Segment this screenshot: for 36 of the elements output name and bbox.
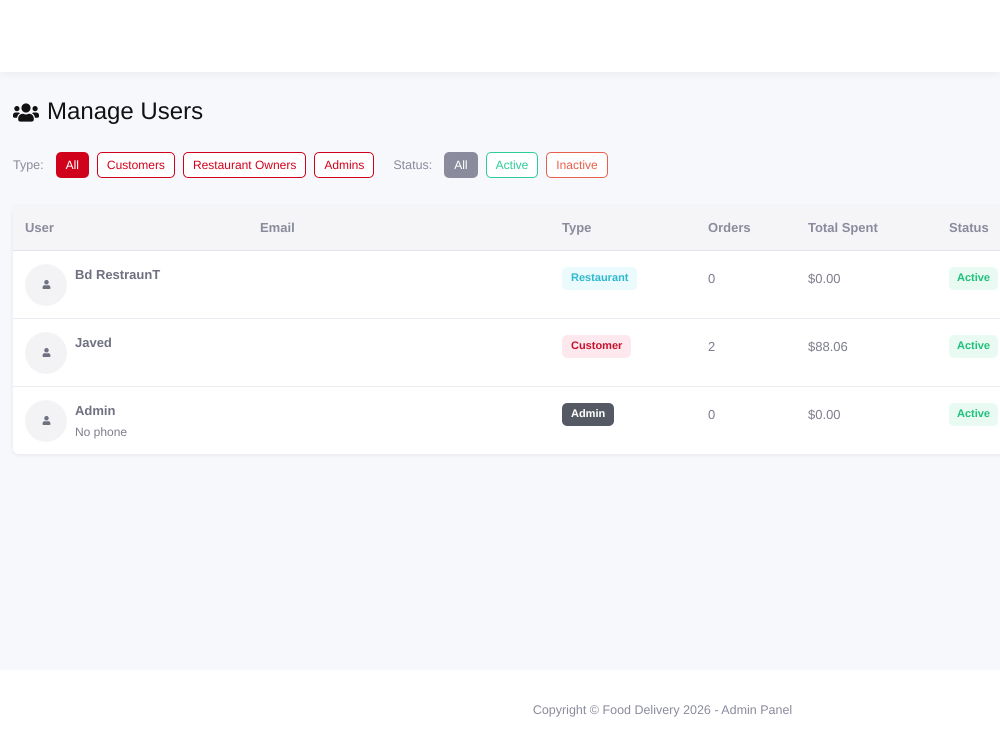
column-header: Orders [708,220,751,235]
filter-button[interactable]: Customers [96,152,175,178]
filter-button[interactable]: Inactive [546,152,608,178]
filter-button[interactable]: Admins [314,152,374,178]
column-header: Total Spent [808,220,878,235]
order-count: 0 [708,406,716,422]
user-name: Javed [75,334,112,350]
user-name: Admin [75,402,116,418]
status-badge: Active [949,334,998,358]
user-name: Bd RestraunT [75,266,160,282]
user-phone: No phone [75,424,128,440]
column-header: Email [260,220,295,235]
total-spent-amount: $88.06 [808,338,848,354]
filter-button[interactable]: All [56,152,89,178]
person-icon [42,280,50,289]
users-icon [13,102,39,122]
order-count: 2 [708,338,716,354]
filter-label: Status: [393,156,432,174]
user-type-badge: Admin [562,402,614,426]
filter-button[interactable]: All [444,152,478,178]
page-title: Manage Users [47,98,204,126]
total-spent-amount: $0.00 [808,270,841,286]
column-header: Type [562,220,592,235]
total-spent-amount: $0.00 [808,406,841,422]
order-count: 0 [708,270,716,286]
status-badge: Active [949,402,998,426]
filter-label: Type: [13,156,44,174]
filter-button[interactable]: Restaurant Owners [182,152,306,178]
column-header: User [25,220,54,235]
column-header: Status [949,220,989,235]
user-type-badge: Restaurant [562,266,638,290]
person-icon [42,416,50,425]
person-icon [42,348,50,357]
status-badge: Active [949,266,998,290]
user-type-badge: Customer [562,334,632,358]
copyright-text: Copyright © Food Delivery 2026 - Admin Panel [532,702,792,719]
